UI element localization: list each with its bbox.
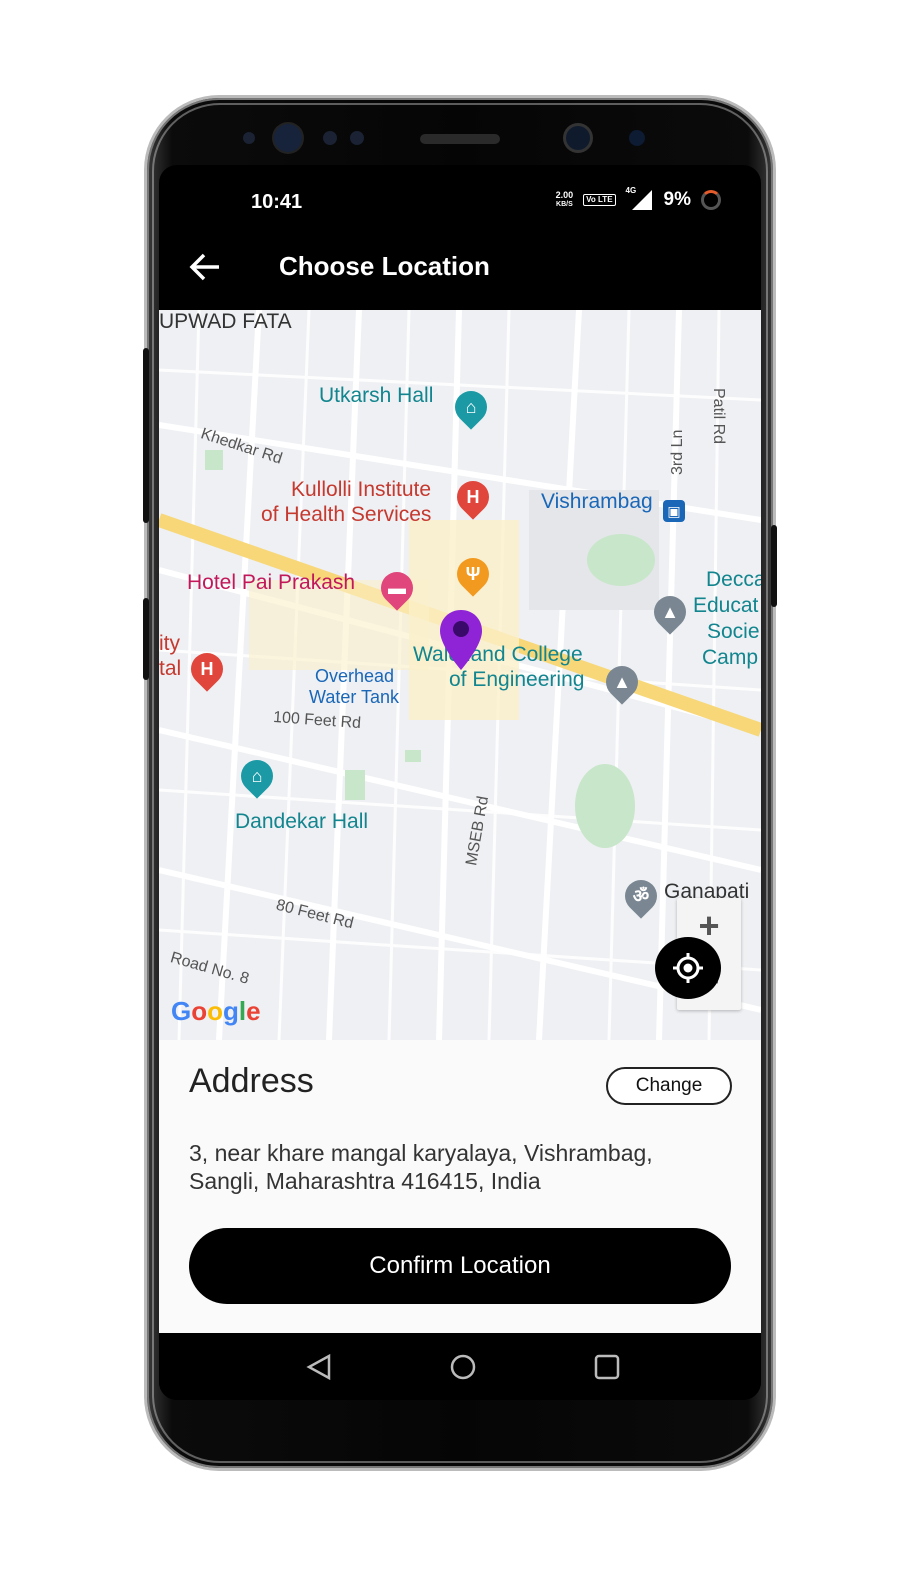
system-nav-bar bbox=[159, 1333, 761, 1400]
map-label-3rd-ln: 3rd Ln bbox=[669, 429, 686, 475]
volte-icon: Vo LTE bbox=[583, 194, 616, 206]
page-title: Choose Location bbox=[279, 251, 490, 281]
status-time: 10:41 bbox=[251, 191, 303, 213]
arrow-left-icon bbox=[189, 253, 219, 281]
address-heading: Address bbox=[189, 1062, 314, 1100]
status-icons: 2.00 KB/S Vo LTE 4G 9% bbox=[555, 186, 721, 211]
phone-side-button-left-lower bbox=[143, 598, 149, 680]
battery-text: 9% bbox=[663, 189, 691, 210]
iris-camera bbox=[566, 126, 590, 150]
temple-pin-icon[interactable]: ॐ bbox=[618, 873, 664, 919]
map-label-utkarsh-hall[interactable]: Utkarsh Hall bbox=[319, 384, 433, 408]
crosshair-icon bbox=[673, 953, 703, 983]
sensor-dot-2 bbox=[323, 131, 337, 145]
map-label-vishrambag[interactable]: Vishrambag bbox=[541, 490, 653, 514]
hospital-pin-icon[interactable]: H bbox=[450, 474, 496, 520]
map-label-city-hospital-1[interactable]: ity bbox=[159, 632, 180, 656]
map-label-overhead-1[interactable]: Overhead bbox=[315, 666, 394, 687]
signal-icon: 4G bbox=[626, 186, 654, 210]
sensor-dot-4 bbox=[629, 130, 645, 146]
map-view[interactable]: UPWAD FATA Utkarsh Hall ⌂ Khedkar Rd Kul… bbox=[159, 310, 761, 1040]
sensor-dot-3 bbox=[350, 131, 364, 145]
map-label-overhead-2[interactable]: Water Tank bbox=[309, 687, 399, 708]
battery-icon bbox=[701, 190, 721, 210]
map-label-deccan-1[interactable]: Decca bbox=[706, 568, 761, 592]
address-text: 3, near khare mangal karyalaya, Vishramb… bbox=[189, 1140, 653, 1194]
map-label-kullolli-1[interactable]: Kullolli Institute bbox=[291, 478, 431, 502]
restaurant-pin-icon[interactable]: Ψ bbox=[450, 551, 496, 597]
museum-pin-icon[interactable]: ⌂ bbox=[448, 384, 494, 430]
map-label-deccan-2[interactable]: Educat bbox=[693, 594, 758, 618]
google-logo: Google bbox=[171, 996, 261, 1026]
front-camera bbox=[274, 124, 302, 152]
sensor-dot-1 bbox=[243, 132, 255, 144]
map-label-deccan-4[interactable]: Camp bbox=[702, 646, 758, 670]
recents-nav-icon[interactable] bbox=[593, 1353, 621, 1381]
map-label-city-hospital-2[interactable]: tal bbox=[159, 657, 181, 681]
confirm-location-button[interactable]: Confirm Location bbox=[189, 1228, 731, 1304]
college-pin-icon[interactable]: ▲ bbox=[599, 659, 645, 705]
hotel-pin-icon[interactable]: ▬ bbox=[374, 565, 420, 611]
map-label-patil-rd: Patil Rd bbox=[710, 388, 727, 445]
map-label-deccan-3[interactable]: Socie bbox=[707, 620, 760, 644]
earpiece-speaker bbox=[420, 134, 500, 144]
map-label-hotel-pai[interactable]: Hotel Pai Prakash bbox=[187, 571, 355, 595]
location-marker-icon[interactable] bbox=[438, 608, 484, 672]
address-panel: Address Change 3, near khare mangal kary… bbox=[159, 1040, 761, 1333]
phone-screen: 10:41 2.00 KB/S Vo LTE 4G 9% Choose Loca… bbox=[159, 165, 761, 1400]
phone-side-button-right bbox=[771, 525, 777, 607]
map-label-kullolli-2[interactable]: of Health Services bbox=[261, 503, 431, 527]
map-label-kupwad-fata: UPWAD FATA bbox=[159, 310, 292, 333]
change-button[interactable]: Change bbox=[606, 1067, 732, 1105]
hospital-pin-icon-2[interactable]: H bbox=[184, 646, 230, 692]
phone-side-button-left bbox=[143, 348, 149, 523]
back-nav-icon[interactable] bbox=[305, 1353, 333, 1381]
bus-station-icon[interactable]: ▣ bbox=[663, 500, 685, 522]
map-label-dandekar-hall[interactable]: Dandekar Hall bbox=[235, 810, 368, 834]
museum-pin-icon-2[interactable]: ⌂ bbox=[234, 753, 280, 799]
network-speed: 2.00 KB/S bbox=[555, 190, 574, 209]
home-nav-icon[interactable] bbox=[449, 1353, 477, 1381]
school-pin-icon[interactable]: ▲ bbox=[647, 589, 693, 635]
back-button[interactable] bbox=[187, 249, 227, 285]
my-location-button[interactable] bbox=[655, 937, 721, 999]
